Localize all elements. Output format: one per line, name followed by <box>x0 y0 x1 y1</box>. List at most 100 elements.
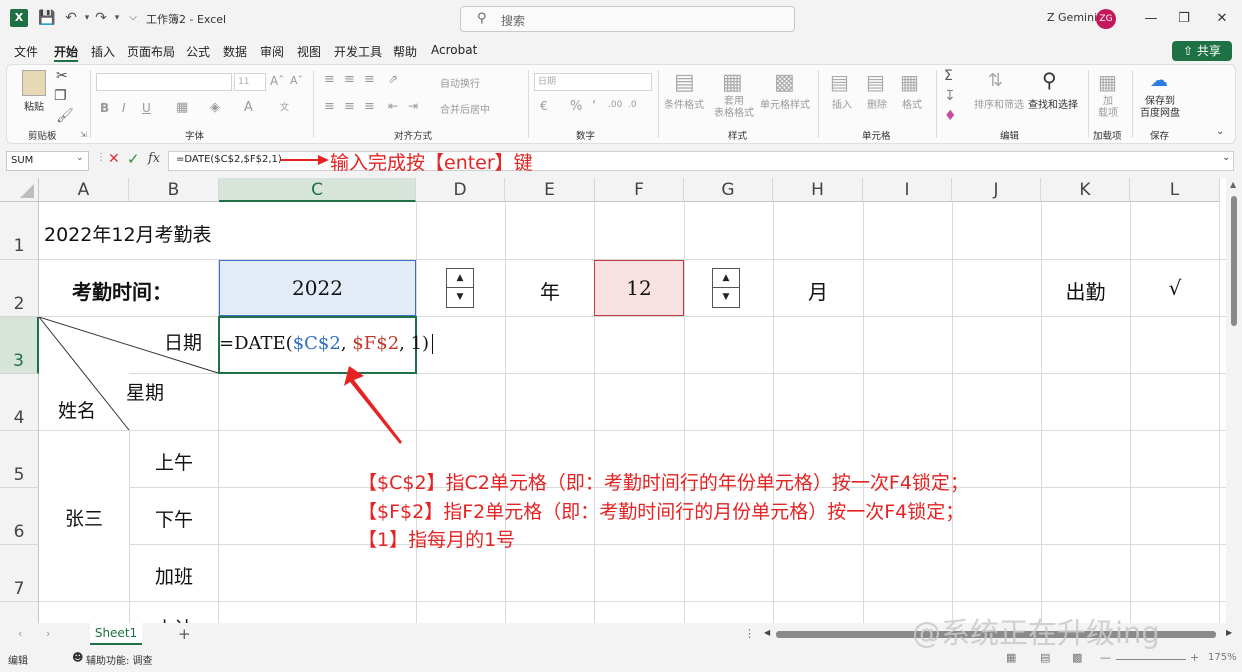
expand-formula-bar-icon[interactable]: ⌄ <box>1222 152 1230 163</box>
orientation-icon[interactable]: ⇗ <box>388 72 398 86</box>
increase-decimal-icon[interactable]: .00 <box>608 100 622 110</box>
align-middle-icon[interactable]: ≡ <box>344 72 355 87</box>
spin-down-icon[interactable]: ▼ <box>447 288 473 307</box>
user-name[interactable]: Z Gemini <box>1047 11 1097 24</box>
tab-view[interactable]: 视图 <box>297 43 321 60</box>
column-header-k[interactable]: K <box>1041 178 1130 202</box>
month-spin-button[interactable]: ▲ ▼ <box>712 268 740 308</box>
minimize-icon[interactable]: — <box>1141 9 1161 29</box>
accessibility-status[interactable]: 辅助功能: 调查 <box>86 652 153 667</box>
column-header-b[interactable]: B <box>129 178 219 202</box>
comma-icon[interactable]: ‘ <box>592 99 596 114</box>
row-header-1[interactable]: 1 <box>0 202 39 260</box>
add-sheet-icon[interactable]: + <box>178 625 191 643</box>
insert-function-icon[interactable]: fx <box>148 151 160 166</box>
collapse-ribbon-icon[interactable]: ⌄ <box>1216 126 1224 137</box>
column-header-a[interactable]: A <box>39 178 129 202</box>
paste-button-label[interactable]: 粘贴 <box>24 98 44 113</box>
zoom-in-icon[interactable]: + <box>1190 651 1199 664</box>
zoom-slider[interactable] <box>1116 659 1186 660</box>
merge-center-button[interactable]: 合并后居中 <box>440 101 490 116</box>
cell-b3[interactable]: 日期 <box>164 328 202 355</box>
increase-font-icon[interactable]: Aˆ <box>270 74 284 88</box>
decrease-indent-icon[interactable]: ⇤ <box>388 99 398 113</box>
scroll-up-icon[interactable]: ▲ <box>1230 180 1236 189</box>
vertical-scrollbar[interactable]: ▲ <box>1226 178 1242 623</box>
sheet-tab-sheet1[interactable]: Sheet1 <box>90 623 142 645</box>
tab-home[interactable]: 开始 <box>54 43 78 60</box>
cut-icon[interactable]: ✂ <box>56 68 68 84</box>
font-name-dropdown[interactable] <box>96 73 232 91</box>
cell-style-button[interactable]: 单元格样式 <box>760 96 810 111</box>
column-header-j[interactable]: J <box>952 178 1041 202</box>
border-icon[interactable]: ▦ <box>176 100 188 115</box>
select-all-corner[interactable] <box>0 178 39 202</box>
align-top-icon[interactable]: ≡ <box>324 72 335 87</box>
find-select-icon[interactable]: ⚲ <box>1042 68 1057 92</box>
cell-a4[interactable]: 姓名 <box>58 396 96 423</box>
save-baidu-button[interactable]: 保存到 百度网盘 <box>1140 96 1180 120</box>
percent-icon[interactable]: % <box>570 99 582 114</box>
cell-c3-edit[interactable]: =DATE($C$2, $F$2, 1) <box>219 333 434 354</box>
zoom-level[interactable]: 175% <box>1208 652 1237 663</box>
search-box[interactable]: ⚲ 搜索 <box>460 6 795 32</box>
column-header-d[interactable]: D <box>416 178 505 202</box>
currency-icon[interactable]: € <box>540 99 548 113</box>
tab-help[interactable]: 帮助 <box>393 43 417 60</box>
column-header-i[interactable]: I <box>863 178 952 202</box>
column-header-g[interactable]: G <box>684 178 773 202</box>
cell-b5[interactable]: 上午 <box>129 448 219 475</box>
delete-cells-button[interactable]: 删除 <box>867 96 887 111</box>
save-icon[interactable]: 💾 <box>38 9 56 27</box>
paste-icon[interactable] <box>22 70 46 96</box>
cell-h2[interactable]: 月 <box>773 276 863 305</box>
tab-insert[interactable]: 插入 <box>91 43 115 60</box>
tab-acrobat[interactable]: Acrobat <box>431 43 477 57</box>
cell-a2[interactable]: 考勤时间： <box>72 276 172 305</box>
insert-cells-button[interactable]: 插入 <box>832 96 852 111</box>
baidu-cloud-icon[interactable]: ☁ <box>1150 70 1168 91</box>
tab-file[interactable]: 文件 <box>14 43 38 60</box>
row-header-2[interactable]: 2 <box>0 260 39 317</box>
name-box-dropdown-icon[interactable]: ⌄ <box>76 153 84 163</box>
table-format-icon[interactable]: ▦ <box>722 70 743 95</box>
row-header-6[interactable]: 6 <box>0 488 39 545</box>
sort-filter-button[interactable]: 排序和筛选 <box>974 96 1024 111</box>
cell-b6[interactable]: 下午 <box>129 505 219 532</box>
underline-icon[interactable]: U <box>142 101 151 115</box>
tab-page-layout[interactable]: 页面布局 <box>127 43 175 60</box>
tab-data[interactable]: 数据 <box>223 43 247 60</box>
copy-icon[interactable]: ❐ <box>54 88 67 104</box>
year-spin-button[interactable]: ▲ ▼ <box>446 268 474 308</box>
worksheet-grid[interactable]: A B C D E F G H I J K L 1 2 3 4 5 6 7 ▲ … <box>0 178 1226 623</box>
row-header-4[interactable]: 4 <box>0 374 39 431</box>
row-header-7[interactable]: 7 <box>0 545 39 602</box>
prev-sheet-icon[interactable]: ‹ <box>18 627 22 640</box>
avatar[interactable]: ZG <box>1096 9 1116 29</box>
page-break-view-icon[interactable]: ▩ <box>1072 651 1082 664</box>
increase-indent-icon[interactable]: ⇥ <box>408 99 418 113</box>
cancel-formula-icon[interactable]: ✕ <box>108 151 120 167</box>
cell-b4[interactable]: 星期 <box>126 378 164 405</box>
phonetic-icon[interactable]: 文 <box>280 100 289 113</box>
font-size-dropdown[interactable]: 11 <box>234 73 266 91</box>
align-right-icon[interactable]: ≡ <box>364 99 375 114</box>
tab-review[interactable]: 审阅 <box>260 43 284 60</box>
restore-icon[interactable]: ❐ <box>1174 9 1194 29</box>
vertical-scroll-thumb[interactable] <box>1231 196 1237 326</box>
sort-filter-icon[interactable]: ⇅ <box>988 70 1003 91</box>
cell-a1[interactable]: 2022年12月考勤表 <box>44 220 212 247</box>
spin-up-icon[interactable]: ▲ <box>447 269 473 288</box>
accessibility-icon[interactable]: ☻ <box>72 651 83 664</box>
scroll-left-icon[interactable]: ◀ <box>764 628 770 637</box>
column-header-c[interactable]: C <box>219 178 416 202</box>
cell-k2[interactable]: 出勤 <box>1041 276 1130 305</box>
font-color-icon[interactable]: A <box>244 100 253 115</box>
page-layout-view-icon[interactable]: ▤ <box>1040 651 1050 664</box>
zoom-out-icon[interactable]: — <box>1100 651 1111 664</box>
column-header-e[interactable]: E <box>505 178 595 202</box>
align-center-icon[interactable]: ≡ <box>344 99 355 114</box>
decrease-font-icon[interactable]: Aˇ <box>290 74 303 87</box>
addins-button[interactable]: 加 载项 <box>1098 96 1118 120</box>
decrease-decimal-icon[interactable]: .0 <box>628 100 637 110</box>
